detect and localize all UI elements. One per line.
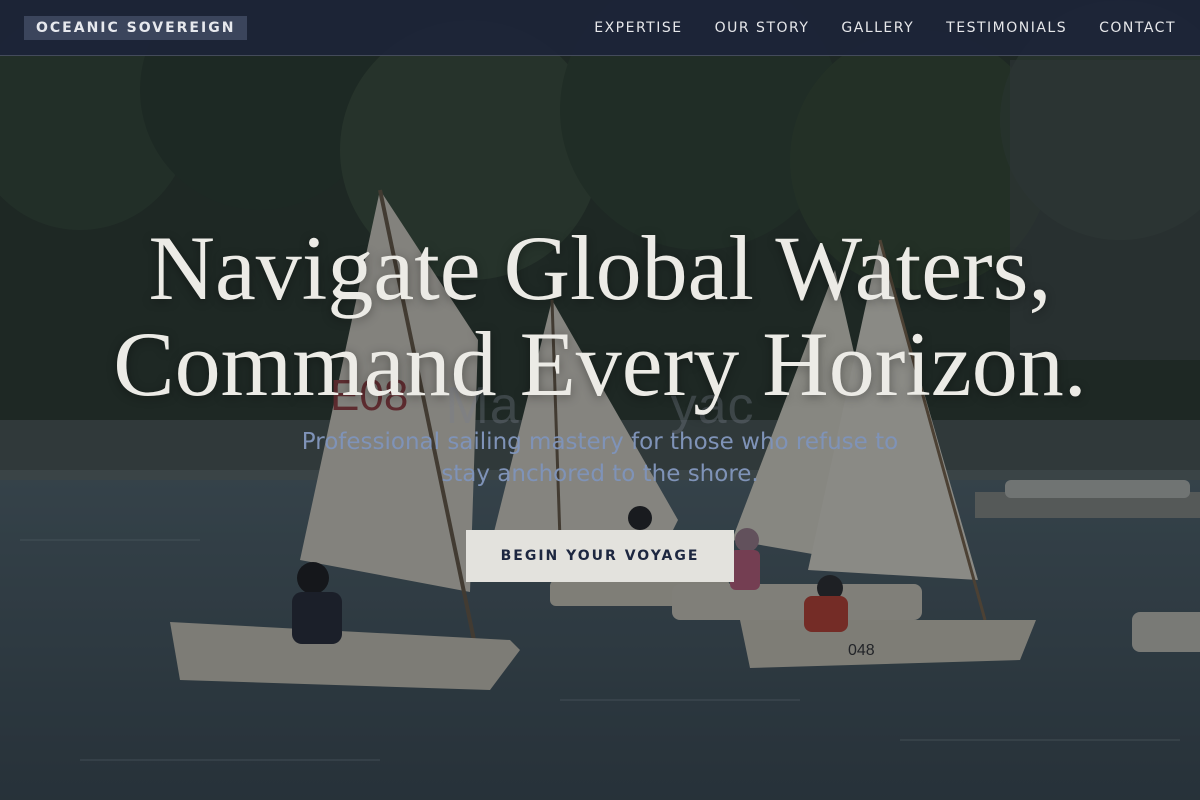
hero-section: Ma yac Navigate Global Waters, Command E… (0, 0, 1200, 800)
nav-links: EXPERTISE OUR STORY GALLERY TESTIMONIALS… (594, 0, 1176, 56)
nav-link-expertise[interactable]: EXPERTISE (594, 20, 682, 36)
nav-link-our-story[interactable]: OUR STORY (715, 20, 810, 36)
nav-link-testimonials[interactable]: TESTIMONIALS (946, 20, 1067, 36)
hero-headline-line-2: Command Every Horizon. (113, 313, 1087, 415)
nav-link-gallery[interactable]: GALLERY (841, 20, 914, 36)
hero-headline-line-1: Navigate Global Waters, (148, 217, 1052, 319)
nav-link-contact[interactable]: CONTACT (1099, 20, 1176, 36)
top-navbar: OCEANIC SOVEREIGN EXPERTISE OUR STORY GA… (0, 0, 1200, 56)
begin-voyage-button[interactable]: BEGIN YOUR VOYAGE (466, 530, 734, 582)
brand-logo[interactable]: OCEANIC SOVEREIGN (24, 16, 248, 40)
hero-tagline: Professional sailing mastery for those w… (301, 429, 899, 487)
